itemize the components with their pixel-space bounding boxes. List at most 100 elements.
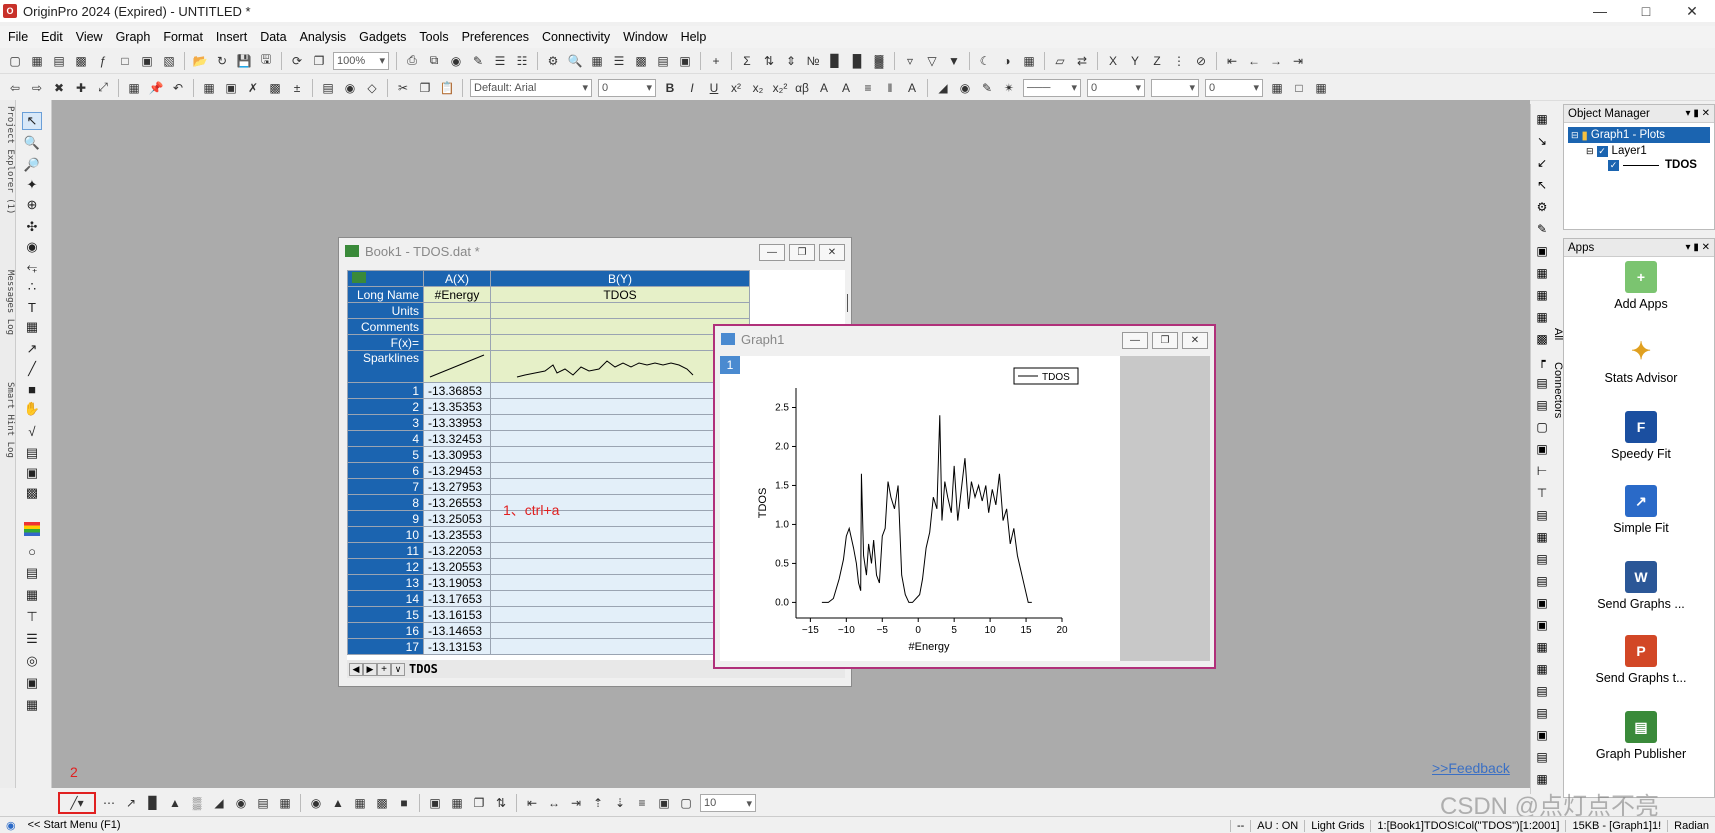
subscript-icon[interactable]: x₂ (749, 79, 767, 97)
undo-icon[interactable]: ↶ (169, 79, 187, 97)
line-color-icon[interactable]: ✎ (978, 79, 996, 97)
corner-cell[interactable] (347, 270, 424, 287)
open-icon[interactable]: 📂 (191, 52, 209, 70)
checkbox-icon[interactable]: ✓ (1596, 145, 1608, 157)
refresh-icon[interactable]: ⟳ (288, 52, 306, 70)
text-tool-icon[interactable]: T (22, 298, 42, 316)
paste-icon[interactable]: 📋 (438, 79, 456, 97)
graph-publisher-item[interactable]: ▤ Graph Publisher (1586, 711, 1696, 761)
send-graphs-word-item[interactable]: W Send Graphs ... (1586, 561, 1696, 611)
speedy-fit-item[interactable]: F Speedy Fit (1586, 411, 1696, 461)
messages-log-tab[interactable]: Messages Log (1, 270, 15, 350)
units-b[interactable] (490, 302, 750, 319)
data-reader-icon[interactable]: 🔍 (566, 52, 584, 70)
col-stats-icon[interactable]: ▦ (200, 79, 218, 97)
cell-a[interactable]: -13.17653 (423, 590, 491, 607)
table-row[interactable]: 2 -13.35353 (347, 398, 750, 415)
right-tool-9-icon[interactable]: ▦ (1534, 288, 1550, 304)
rectangle-tool-icon[interactable]: ■ (22, 380, 42, 398)
view-toggle-icon[interactable]: ◑ (998, 52, 1016, 70)
right-tool-3-icon[interactable]: ↙ (1534, 156, 1550, 172)
size-select[interactable]: 0 ▾ (1205, 78, 1263, 97)
row-number[interactable]: 9 (347, 510, 424, 527)
cell-b[interactable] (490, 446, 750, 463)
frame-tool-icon[interactable]: ▦ (22, 586, 42, 604)
row-number[interactable]: 13 (347, 574, 424, 591)
start-menu-button[interactable]: << Start Menu (F1) (28, 819, 121, 831)
workbook-restore-button[interactable]: ❐ (789, 244, 815, 261)
menu-analysis[interactable]: Analysis (300, 30, 347, 44)
results-log-icon[interactable]: ☰ (491, 52, 509, 70)
cell-a[interactable]: -13.22053 (423, 542, 491, 559)
command-window-icon[interactable]: ☷ (513, 52, 531, 70)
new-notes-icon[interactable]: □ (116, 52, 134, 70)
right-tool-21-icon[interactable]: ▤ (1534, 552, 1550, 568)
symbol-icon[interactable]: ✴ (1000, 79, 1018, 97)
color-bars-icon[interactable] (22, 520, 42, 538)
row-number[interactable]: 16 (347, 622, 424, 639)
pointer-icon[interactable]: ↖ (22, 112, 42, 130)
project-explorer-icon[interactable]: ⚙ (544, 52, 562, 70)
arrow-tool-icon[interactable]: ↗ (22, 340, 42, 358)
menu-preferences[interactable]: Preferences (462, 30, 529, 44)
table-row[interactable]: 17 -13.13153 (347, 638, 750, 655)
plot-setup-icon[interactable]: ▤ (654, 52, 672, 70)
data-selector-icon[interactable]: ▦ (588, 52, 606, 70)
fx-a[interactable] (423, 334, 491, 351)
cell-b[interactable] (490, 414, 750, 431)
row-number[interactable]: 4 (347, 430, 424, 447)
row-number[interactable]: 6 (347, 462, 424, 479)
3d-plot-icon[interactable]: ▦ (276, 794, 294, 812)
decrease-font-icon[interactable]: A (837, 79, 855, 97)
tool-extra1-icon[interactable]: ▣ (22, 464, 42, 482)
meta-label-units[interactable]: Units (347, 302, 424, 319)
origin-central-icon[interactable]: ◉ (6, 819, 16, 832)
right-tool-30-icon[interactable]: ▤ (1534, 750, 1550, 766)
right-tool-12-icon[interactable]: ┍ (1534, 354, 1550, 370)
table-row[interactable]: 16 -13.14653 (347, 622, 750, 639)
cell-a[interactable]: -13.25053 (423, 510, 491, 527)
set-values-icon[interactable]: ⇕ (782, 52, 800, 70)
cell-a[interactable]: -13.30953 (423, 446, 491, 463)
table-row[interactable]: 11 -13.22053 (347, 542, 750, 559)
line-width-select[interactable]: 0 ▾ (1087, 78, 1145, 97)
sum-icon[interactable]: Σ (738, 52, 756, 70)
comments-a[interactable] (423, 318, 491, 335)
new-sheet-icon[interactable]: ▣ (222, 79, 240, 97)
surface-icon[interactable]: ▲ (329, 794, 347, 812)
row-number[interactable]: 1 (347, 382, 424, 399)
line-tool-icon[interactable]: ╱ (22, 360, 42, 378)
disregard-icon[interactable]: ⊘ (1192, 52, 1210, 70)
table-row[interactable]: 6 -13.29453 (347, 462, 750, 479)
font-size-select[interactable]: 0 ▾ (598, 78, 656, 97)
menu-file[interactable]: File (8, 30, 28, 44)
right-tool-6-icon[interactable]: ✎ (1534, 222, 1550, 238)
sheet-prev-icon[interactable]: ◀ (349, 662, 363, 676)
menu-help[interactable]: Help (681, 30, 707, 44)
graph-window[interactable]: Graph1 — ❐ ✕ 1 −15 −10 −5 0 5 10 15 20 0.0 0.5 1.0… (713, 324, 1216, 669)
row-number[interactable]: 7 (347, 478, 424, 495)
cell-a[interactable]: -13.33953 (423, 414, 491, 431)
template-lib-icon[interactable]: ▦ (448, 794, 466, 812)
zoom-out-icon[interactable]: 🔎 (22, 156, 42, 174)
image-tool-icon[interactable]: ▣ (22, 674, 42, 692)
tree-layer-node[interactable]: ⊟ ✓ Layer1 (1568, 143, 1710, 157)
right-tool-15-icon[interactable]: ▢ (1534, 420, 1550, 436)
copy-icon[interactable]: ❐ (416, 79, 434, 97)
fx-b[interactable] (490, 334, 750, 351)
cell-b[interactable] (490, 430, 750, 447)
table-row[interactable]: 3 -13.33953 (347, 414, 750, 431)
right-tool-1-icon[interactable]: ▦ (1534, 112, 1550, 128)
right-tool-20-icon[interactable]: ▦ (1534, 530, 1550, 546)
last-icon[interactable]: ⇥ (1289, 52, 1307, 70)
row-number[interactable]: 15 (347, 606, 424, 623)
special-plot-icon[interactable]: ◉ (232, 794, 250, 812)
tool-extra2-icon[interactable]: ▩ (22, 484, 42, 502)
new-matrix-icon[interactable]: ▩ (72, 52, 90, 70)
font-select[interactable]: Default: Arial ▾ (470, 78, 592, 97)
checkbox-icon[interactable]: ✓ (1608, 159, 1619, 171)
arrow-right-icon[interactable]: ⇨ (28, 79, 46, 97)
row-number[interactable]: 2 (347, 398, 424, 415)
worksheet-vscroll[interactable] (847, 294, 851, 312)
rescale-icon[interactable]: ⤢ (94, 79, 112, 97)
